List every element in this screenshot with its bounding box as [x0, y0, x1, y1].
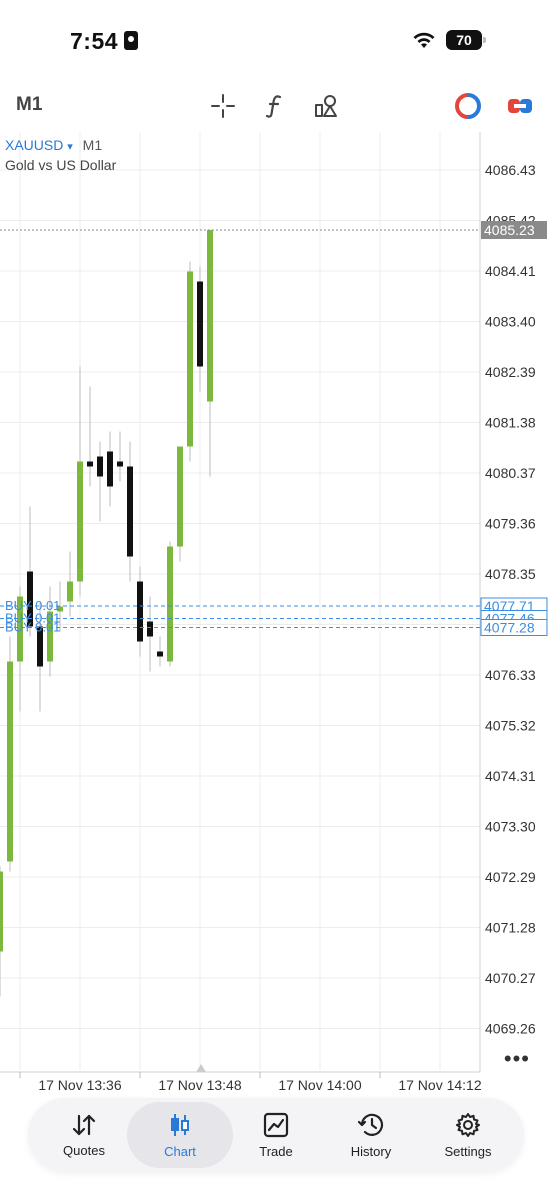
candle-body: [77, 461, 83, 582]
more-options-icon[interactable]: •••: [504, 1046, 530, 1072]
y-tick-label: 4083.40: [485, 314, 536, 330]
x-tick-label: 17 Nov 14:12: [398, 1077, 481, 1093]
tab-settings-label: Settings: [444, 1143, 492, 1159]
history-icon: [357, 1113, 384, 1136]
candle-body: [207, 230, 213, 402]
y-tick-label: 4075.32: [485, 718, 536, 734]
trend-chart-icon: [263, 1112, 289, 1137]
chevron-down-icon[interactable]: ▾: [67, 141, 73, 153]
y-tick-label: 4069.26: [485, 1021, 536, 1037]
y-tick-label: 4070.27: [485, 970, 536, 986]
current-price-label: 4085.23: [484, 222, 535, 238]
candle-body: [177, 446, 183, 547]
candle-body: [0, 871, 3, 952]
symbol-description: Gold vs US Dollar: [5, 157, 117, 173]
y-tick-label: 4072.29: [485, 869, 536, 885]
order-price-label: 4077.28: [484, 620, 535, 636]
y-tick-label: 4081.38: [485, 415, 536, 431]
candle-body: [7, 661, 13, 862]
x-tick-label: 17 Nov 13:36: [38, 1077, 121, 1093]
candlestick-icon: [171, 1113, 189, 1136]
y-tick-label: 4076.33: [485, 667, 536, 683]
candle-body: [167, 546, 173, 662]
tab-quotes[interactable]: Quotes: [36, 1098, 132, 1172]
tab-trade-label: Trade: [259, 1143, 293, 1159]
y-tick-label: 4073.30: [485, 819, 536, 835]
x-tick-label: 17 Nov 13:48: [158, 1077, 241, 1093]
order-line-label: BUY 0.01: [5, 620, 60, 635]
candle-body: [97, 456, 103, 477]
candle-body: [137, 581, 143, 642]
y-tick-label: 4074.31: [485, 768, 536, 784]
y-tick-label: 4082.39: [485, 364, 536, 380]
candle-body: [187, 271, 193, 447]
symbol-timeframe: M1: [82, 137, 103, 153]
candle-body: [197, 281, 203, 367]
y-tick-label: 4078.35: [485, 566, 536, 582]
tab-chart-label: Chart: [164, 1143, 196, 1159]
x-tick-label: 17 Nov 14:00: [278, 1077, 361, 1093]
tab-chart[interactable]: Chart: [132, 1098, 228, 1172]
sort-arrows-icon: [72, 1114, 96, 1135]
tab-quotes-label: Quotes: [63, 1142, 105, 1158]
candle-body: [127, 466, 133, 557]
candle-body: [87, 461, 93, 467]
tab-history-label: History: [350, 1143, 392, 1159]
candle-body: [157, 651, 163, 657]
candle-body: [67, 581, 73, 602]
tab-history[interactable]: History: [323, 1098, 419, 1172]
y-tick-label: 4080.37: [485, 465, 536, 481]
tab-trade[interactable]: Trade: [228, 1098, 324, 1172]
symbol-header[interactable]: XAUUSD ▾ M1: [5, 137, 102, 153]
gear-icon: [456, 1112, 480, 1137]
y-tick-label: 4071.28: [485, 920, 536, 936]
symbol-name[interactable]: XAUUSD: [5, 137, 63, 153]
candle-body: [107, 451, 113, 487]
candle-body: [147, 621, 153, 637]
y-tick-label: 4086.43: [485, 162, 536, 178]
y-tick-label: 4084.41: [485, 263, 536, 279]
candle-body: [117, 461, 123, 467]
scroll-marker-icon: [196, 1064, 206, 1072]
y-tick-label: 4079.36: [485, 516, 536, 532]
tab-settings[interactable]: Settings: [420, 1098, 516, 1172]
